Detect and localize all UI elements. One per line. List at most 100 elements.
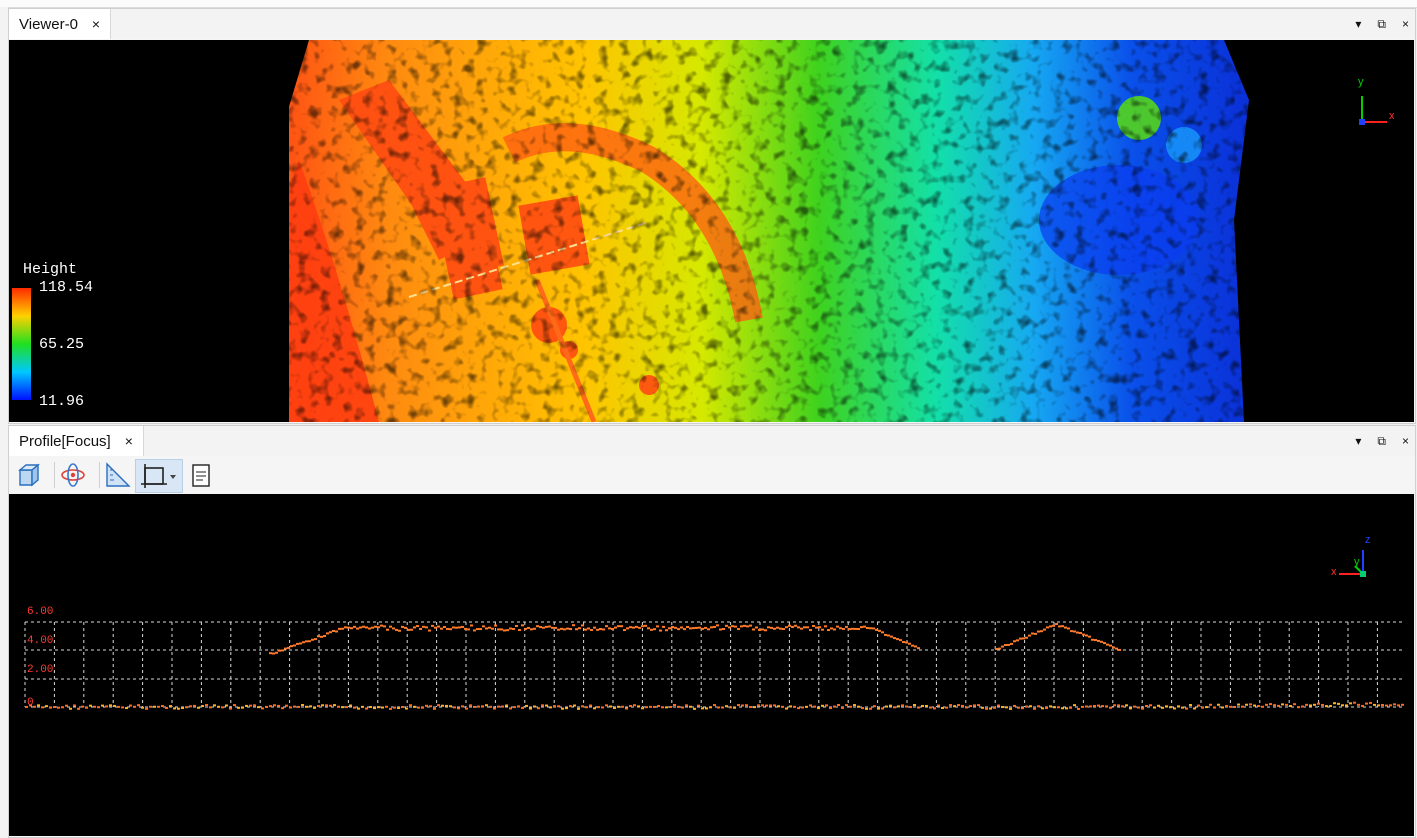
profile-point <box>233 704 236 707</box>
profile-point <box>356 627 359 630</box>
profile-point <box>277 704 280 707</box>
profile-point <box>181 706 184 709</box>
profile-point <box>368 627 371 630</box>
profile-point <box>729 706 732 709</box>
profile-point <box>177 707 180 710</box>
profile-point <box>437 704 440 707</box>
profile-point <box>635 625 638 628</box>
profile-point <box>817 707 820 710</box>
profile-point <box>905 641 908 644</box>
profile-point <box>1337 702 1340 705</box>
profile-point <box>515 624 518 627</box>
profile-point <box>653 705 656 708</box>
profile-point <box>689 627 692 630</box>
profile-point <box>440 627 443 630</box>
profile-point <box>329 704 332 707</box>
profile-point <box>985 707 988 710</box>
profile-point <box>1013 640 1016 643</box>
profile-plot <box>24 550 1404 710</box>
close-icon[interactable]: × <box>1402 434 1409 448</box>
profile-point <box>229 707 232 710</box>
profile-point <box>637 705 640 708</box>
profile-point <box>197 706 200 709</box>
restore-icon[interactable]: ⧉ <box>1377 434 1386 449</box>
tab-viewer-0[interactable]: Viewer-0 × <box>9 9 112 39</box>
profile-point <box>794 624 797 627</box>
profile-point <box>1177 705 1180 708</box>
profile-point <box>385 705 388 708</box>
restore-icon[interactable]: ⧉ <box>1377 17 1386 32</box>
profile-window-controls: ▾ ⧉ × <box>1355 426 1409 456</box>
profile-point <box>1025 705 1028 708</box>
close-icon[interactable]: × <box>1402 17 1409 31</box>
profile-point <box>885 705 888 708</box>
tab-profile-focus[interactable]: Profile[Focus] × <box>9 426 144 456</box>
profile-point <box>728 626 731 629</box>
profile-point <box>1029 705 1032 708</box>
profile-point <box>217 705 220 708</box>
cube-view-button[interactable] <box>13 459 47 491</box>
profile-point <box>337 705 340 708</box>
profile-point <box>815 626 818 629</box>
profile-point <box>261 707 264 710</box>
profile-point <box>781 705 784 708</box>
profile-point <box>761 628 764 631</box>
measure-button[interactable] <box>100 459 134 491</box>
close-icon[interactable]: × <box>92 16 100 32</box>
notes-button[interactable] <box>184 459 218 491</box>
viewer-3d-viewport[interactable]: Height 118.54 65.25 11.96 y x <box>9 40 1414 422</box>
profile-point <box>693 707 696 710</box>
crop-frame-button[interactable] <box>135 459 183 493</box>
tab-title: Viewer-0 <box>19 15 78 33</box>
profile-point <box>1009 707 1012 710</box>
profile-point <box>1001 645 1004 648</box>
chevron-down-icon[interactable]: ▾ <box>1355 17 1361 31</box>
profile-point <box>409 704 412 707</box>
profile-point <box>647 627 650 630</box>
profile-point <box>433 707 436 710</box>
profile-point <box>533 705 536 708</box>
profile-point <box>141 706 144 709</box>
profile-point <box>554 626 557 629</box>
profile-point <box>909 706 912 709</box>
profile-point <box>482 625 485 628</box>
profile-point <box>213 704 216 707</box>
profile-point <box>1149 704 1152 707</box>
profile-point <box>165 706 168 709</box>
profile-point <box>449 628 452 631</box>
chevron-down-icon[interactable]: ▾ <box>1355 434 1361 448</box>
orbit-button[interactable] <box>56 459 90 491</box>
profile-point <box>1245 703 1248 706</box>
profile-point <box>1046 626 1049 629</box>
profile-point <box>957 704 960 707</box>
profile-point <box>446 627 449 630</box>
profile-point <box>273 704 276 707</box>
profile-viewport[interactable]: 6.00 4.00 2.00 0 z x y <box>9 494 1414 836</box>
profile-point <box>1201 706 1204 709</box>
profile-point <box>1118 648 1121 651</box>
close-icon[interactable]: × <box>125 433 133 449</box>
viewer-tabbar: Viewer-0 × ▾ ⧉ × <box>9 9 1415 39</box>
profile-point <box>1225 705 1228 708</box>
profile-point <box>405 707 408 710</box>
profile-point <box>491 627 494 630</box>
profile-point <box>381 706 384 709</box>
profile-point <box>1017 706 1020 709</box>
profile-point <box>941 706 944 709</box>
profile-point <box>621 705 624 708</box>
profile-point <box>573 704 576 707</box>
profile-point <box>1181 706 1184 709</box>
profile-point <box>285 704 288 707</box>
profile-point <box>659 629 662 632</box>
profile-point <box>901 704 904 707</box>
top-strip <box>0 0 1417 8</box>
profile-point <box>314 638 317 641</box>
profile-point <box>733 706 736 709</box>
profile-point <box>157 705 160 708</box>
profile-point <box>872 627 875 630</box>
profile-point <box>321 704 324 707</box>
profile-point <box>777 705 780 708</box>
profile-point <box>842 627 845 630</box>
axis-y-label: y <box>1354 556 1360 568</box>
axis-x-label: x <box>1389 110 1395 122</box>
